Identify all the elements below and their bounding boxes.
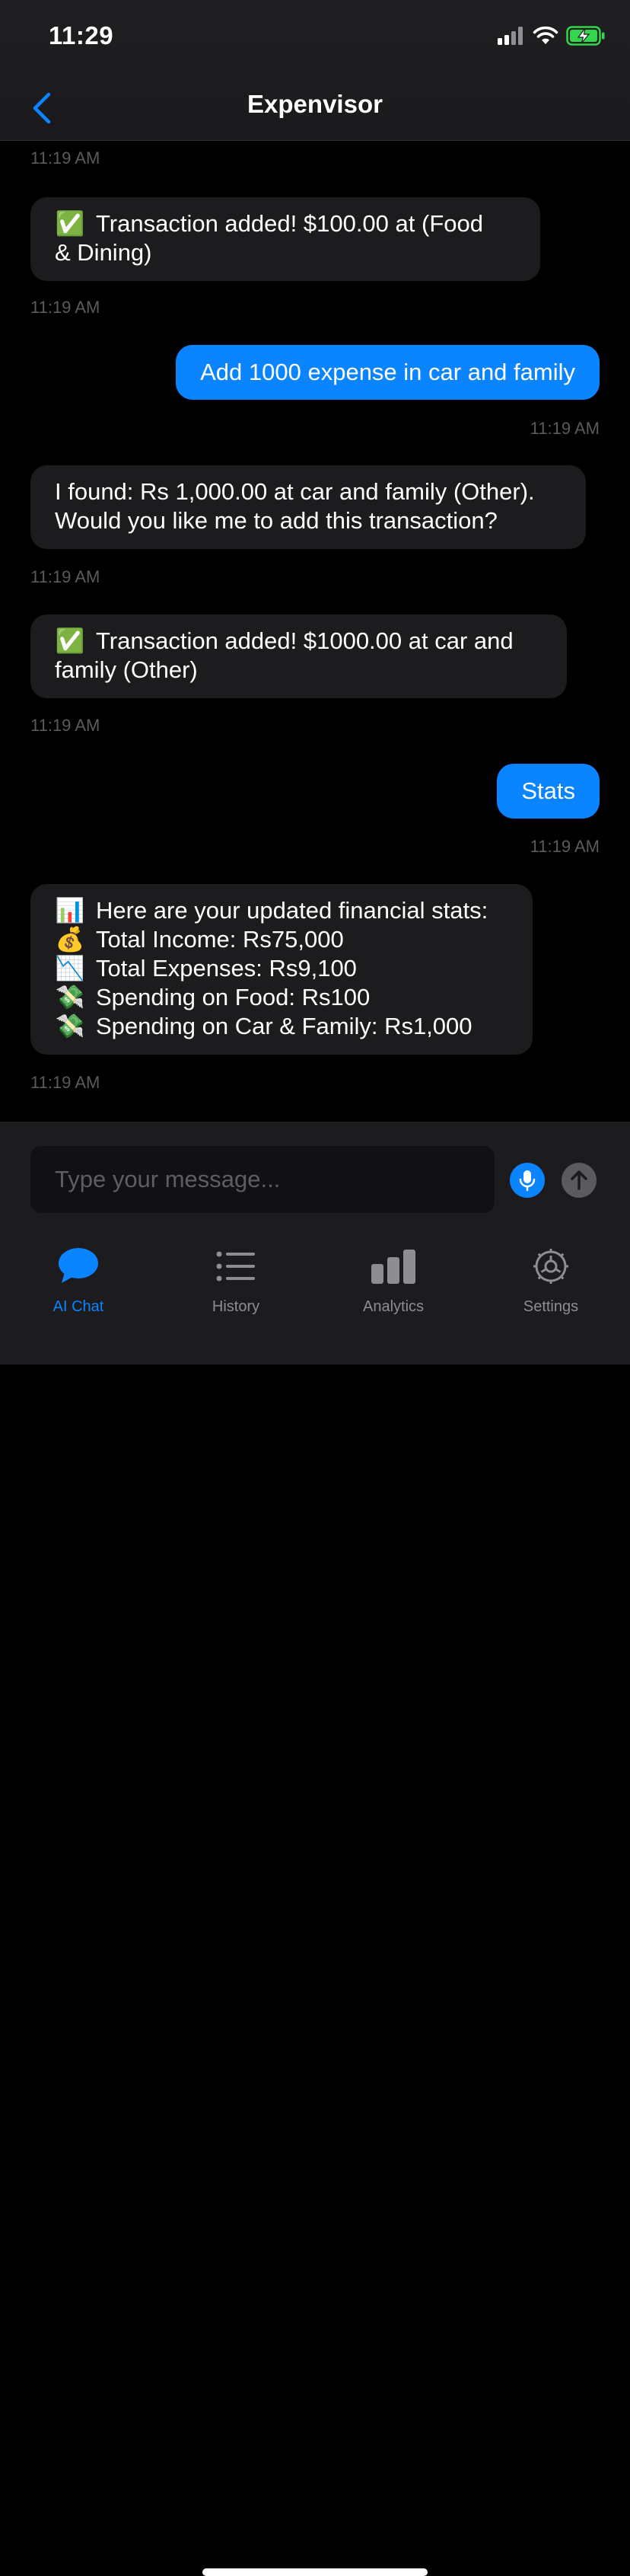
- tab-label: History: [212, 1298, 260, 1315]
- message-text: I found: Rs 1,000.00 at car and family (…: [55, 478, 535, 505]
- wifi-icon: [533, 26, 558, 49]
- tab-ai-chat[interactable]: AI Chat: [18, 1245, 139, 1316]
- message-composer: Type your message...: [0, 1122, 630, 1224]
- message-text: Spending on Food: Rs100: [96, 984, 371, 1010]
- list-icon: [216, 1251, 255, 1282]
- tab-history[interactable]: History: [175, 1245, 297, 1316]
- gear-icon: [533, 1249, 568, 1284]
- chat-bubble-icon: [59, 1248, 98, 1283]
- message-text: Here are your updated financial stats:: [96, 897, 488, 924]
- status-time: 11:29: [49, 21, 114, 49]
- user-message-bubble: Add 1000 expense in car and family: [176, 345, 600, 400]
- tab-bar: AI Chat History Analytics Settings: [0, 1224, 630, 2576]
- battery-charging-icon: [566, 26, 606, 49]
- top-bar: 11:29 Expenvisor: [0, 0, 630, 141]
- microphone-button[interactable]: [510, 1163, 545, 1198]
- page-title: Expenvisor: [247, 90, 383, 118]
- message-list[interactable]: 11:19 AM ✅ Transaction added! $100.00 at …: [0, 141, 630, 1122]
- arrow-up-icon: [571, 1170, 587, 1190]
- message-timestamp: 11:19 AM: [30, 148, 100, 168]
- chart-decreasing-icon: 📉: [55, 955, 85, 982]
- ai-message-bubble: ✅ Transaction added! $1000.00 at car and …: [30, 614, 567, 698]
- ai-message-bubble: 📊 Here are your updated financial stats: …: [30, 884, 533, 1055]
- message-text: Would you like me to add this transactio…: [55, 507, 498, 534]
- microphone-icon: [519, 1170, 536, 1192]
- bar-chart-icon: [371, 1250, 415, 1284]
- message-timestamp: 11:19 AM: [30, 716, 100, 735]
- money-bag-icon: 💰: [55, 926, 85, 953]
- send-button[interactable]: [562, 1163, 597, 1198]
- money-with-wings-icon: 💸: [55, 984, 85, 1010]
- message-timestamp: 11:19 AM: [30, 1073, 100, 1092]
- message-text: Transaction added! $100.00 at (Food: [96, 210, 483, 237]
- check-mark-icon: ✅: [55, 210, 85, 237]
- message-text: Total Income: Rs75,000: [96, 926, 344, 953]
- message-text: family (Other): [55, 656, 198, 683]
- message-text: Stats: [521, 777, 575, 804]
- ai-message-bubble: ✅ Transaction added! $100.00 at (Food & D…: [30, 197, 540, 281]
- tab-label: Analytics: [362, 1298, 425, 1315]
- money-with-wings-icon: 💸: [55, 1013, 85, 1039]
- message-timestamp: 11:19 AM: [30, 567, 100, 586]
- ai-message-bubble: I found: Rs 1,000.00 at car and family (…: [30, 465, 586, 549]
- tab-label: AI Chat: [52, 1298, 104, 1315]
- user-message-bubble: Stats: [497, 764, 600, 819]
- message-timestamp: 11:19 AM: [530, 419, 600, 438]
- message-input[interactable]: Type your message...: [30, 1146, 495, 1213]
- message-text: Add 1000 expense in car and family: [200, 359, 575, 385]
- message-text: & Dining): [55, 239, 152, 266]
- status-icons: [498, 26, 606, 49]
- home-indicator[interactable]: [202, 2568, 428, 2576]
- message-text: Spending on Car & Family: Rs1,000: [96, 1013, 473, 1039]
- tab-analytics[interactable]: Analytics: [332, 1245, 454, 1316]
- tab-settings[interactable]: Settings: [490, 1245, 612, 1316]
- message-timestamp: 11:19 AM: [30, 298, 100, 317]
- bar-chart-emoji-icon: 📊: [55, 897, 85, 924]
- message-timestamp: 11:19 AM: [530, 837, 600, 856]
- message-text: Total Expenses: Rs9,100: [96, 955, 357, 982]
- check-mark-icon: ✅: [55, 627, 85, 654]
- message-text: Transaction added! $1000.00 at car and: [96, 627, 514, 654]
- cellular-signal-icon: [498, 27, 525, 49]
- tab-label: Settings: [523, 1298, 579, 1315]
